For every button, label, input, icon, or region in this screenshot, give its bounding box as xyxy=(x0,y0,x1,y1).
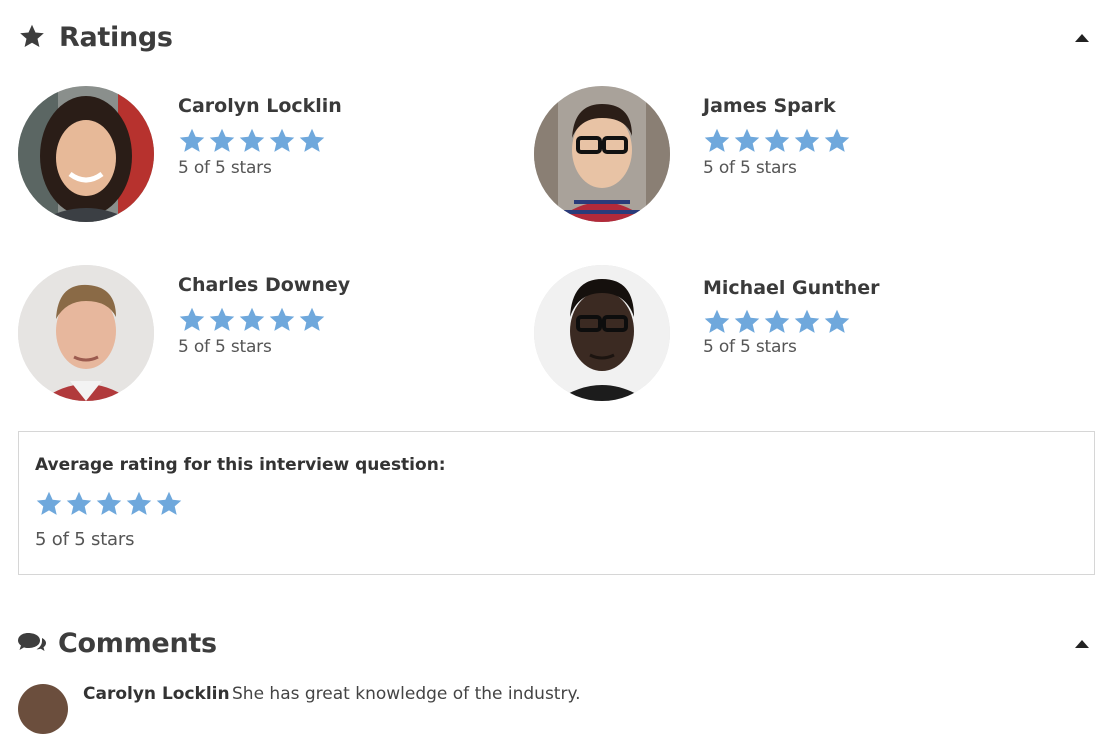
reviewer-card: Carolyn Locklin 5 of 5 stars xyxy=(18,86,478,226)
average-rating-label: Average rating for this interview questi… xyxy=(35,455,446,475)
star-filled-icon xyxy=(209,307,235,331)
star-filled-icon xyxy=(96,491,122,515)
star-filled-icon xyxy=(704,309,730,333)
avatar xyxy=(18,265,154,401)
comments-header: Comments xyxy=(18,622,1094,666)
reviewer-card: James Spark 5 of 5 stars xyxy=(534,86,994,226)
ratings-collapse-button[interactable] xyxy=(1070,26,1094,50)
star-rating xyxy=(703,308,851,336)
ratings-header: Ratings xyxy=(18,16,1094,60)
ratings-title: Ratings xyxy=(59,22,173,53)
star-filled-icon xyxy=(239,307,265,331)
star-filled-icon xyxy=(734,309,760,333)
comment-author: Carolyn Locklin xyxy=(83,684,230,704)
star-filled-icon xyxy=(824,128,850,152)
rating-text: 5 of 5 stars xyxy=(178,158,272,178)
caret-up-icon xyxy=(1075,34,1089,42)
star-filled-icon xyxy=(299,128,325,152)
star-filled-icon xyxy=(239,128,265,152)
rating-text: 5 of 5 stars xyxy=(178,337,272,357)
comment-text: She has great knowledge of the industry. xyxy=(232,684,581,704)
star-rating xyxy=(178,127,326,155)
reviewer-card: Michael Gunther 5 of 5 stars xyxy=(534,265,994,405)
star-filled-icon xyxy=(764,309,790,333)
star-filled-icon xyxy=(269,128,295,152)
star-filled-icon xyxy=(764,128,790,152)
avatar xyxy=(18,86,154,222)
speech-bubbles-icon xyxy=(18,631,46,657)
star-filled-icon xyxy=(66,491,92,515)
comment-item: Carolyn Locklin She has great knowledge … xyxy=(18,682,1018,734)
star-filled-icon xyxy=(209,128,235,152)
star-filled-icon xyxy=(269,307,295,331)
star-filled-icon xyxy=(734,128,760,152)
star-filled-icon xyxy=(299,307,325,331)
reviewer-card: Charles Downey 5 of 5 stars xyxy=(18,265,478,405)
avatar xyxy=(18,684,68,734)
star-rating xyxy=(178,306,326,334)
rating-text: 5 of 5 stars xyxy=(703,337,797,357)
star-rating xyxy=(703,127,851,155)
star-filled-icon xyxy=(794,309,820,333)
star-filled-icon xyxy=(126,491,152,515)
reviewer-name: Charles Downey xyxy=(178,274,351,296)
star-filled-icon xyxy=(794,128,820,152)
reviewer-name: Carolyn Locklin xyxy=(178,95,342,117)
average-star-rating xyxy=(35,490,183,518)
star-filled-icon xyxy=(36,491,62,515)
reviewer-name: Michael Gunther xyxy=(703,277,880,299)
star-icon xyxy=(18,23,46,54)
avatar xyxy=(534,265,670,401)
star-filled-icon xyxy=(156,491,182,515)
star-filled-icon xyxy=(179,128,205,152)
reviewer-name: James Spark xyxy=(703,95,836,117)
avatar xyxy=(534,86,670,222)
star-filled-icon xyxy=(704,128,730,152)
comments-title: Comments xyxy=(58,628,217,659)
average-rating-text: 5 of 5 stars xyxy=(35,529,135,550)
star-filled-icon xyxy=(824,309,850,333)
caret-up-icon xyxy=(1075,640,1089,648)
average-rating-box: Average rating for this interview questi… xyxy=(18,431,1095,575)
comments-collapse-button[interactable] xyxy=(1070,632,1094,656)
rating-text: 5 of 5 stars xyxy=(703,158,797,178)
star-filled-icon xyxy=(179,307,205,331)
